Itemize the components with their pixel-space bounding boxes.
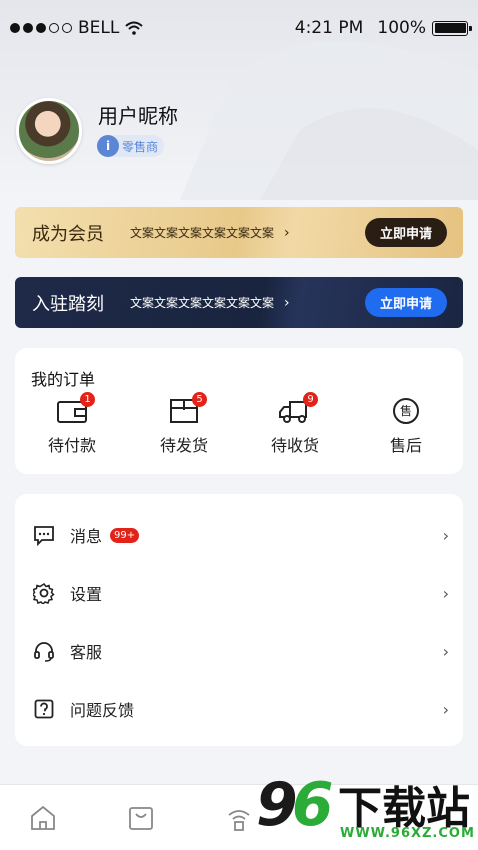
home-icon[interactable] (28, 803, 58, 833)
order-badge: 9 (303, 392, 318, 407)
order-label: 待收货 (270, 436, 319, 455)
watermark-logo: 96 下载站 WWW.96XZ.COM (250, 770, 478, 850)
order-label: 待发货 (159, 436, 208, 455)
menu-label: 消息 (70, 527, 103, 546)
role-icon: i (97, 135, 119, 157)
order-pending-ship[interactable]: 5 待发货 (144, 392, 224, 456)
truck-icon: 9 (278, 392, 318, 426)
chevron-right-icon: › (284, 224, 290, 241)
wallet-icon: 1 (55, 392, 95, 426)
order-after-sale[interactable]: 售 售后 (366, 396, 446, 456)
message-count-badge: 99+ (110, 527, 140, 543)
member-banner-title: 成为会员 (32, 223, 104, 245)
order-badge: 5 (192, 392, 207, 407)
battery-icon (432, 20, 472, 36)
watermark-number: 96 (256, 770, 334, 840)
bag-icon[interactable] (126, 803, 156, 833)
menu-item-messages[interactable]: 消息 99+ › (15, 506, 463, 564)
after-sale-icon-text: 售 (399, 404, 412, 418)
message-icon (34, 526, 54, 546)
gear-icon (33, 583, 55, 604)
orders-title: 我的订单 (31, 370, 96, 389)
order-badge: 1 (80, 392, 95, 407)
order-pending-receive[interactable]: 9 待收货 (255, 392, 335, 456)
battery-percent: 100% (377, 18, 426, 38)
menu-label: 问题反馈 (70, 701, 135, 720)
menu-item-feedback[interactable]: 问题反馈 › (15, 680, 463, 738)
order-pending-payment[interactable]: 1 待付款 (32, 392, 112, 456)
join-banner-title: 入驻踏刻 (32, 293, 104, 315)
join-banner-desc: 文案文案文案文案文案文案 (130, 296, 275, 310)
menu-item-settings[interactable]: 设置 › (15, 564, 463, 622)
member-apply-button[interactable]: 立即申请 (365, 218, 447, 247)
chevron-right-icon: › (442, 699, 449, 719)
watermark-digit-6: 6 (291, 770, 334, 840)
watermark-digit-9: 9 (256, 770, 298, 840)
member-banner-desc: 文案文案文案文案文案文案 (130, 226, 275, 240)
member-banner[interactable]: 成为会员 文案文案文案文案文案文案 › 立即申请 (15, 207, 463, 258)
menu-card: 消息 99+ › 设置 › 客服 › 问题反馈 › (15, 494, 463, 746)
status-bar: BELL 4:21 PM 100% (0, 0, 478, 56)
join-banner[interactable]: 入驻踏刻 文案文案文案文案文案文案 › 立即申请 (15, 277, 463, 328)
order-label: 待付款 (47, 436, 96, 455)
chevron-right-icon: › (442, 641, 449, 661)
user-nickname[interactable]: 用户昵称 (98, 100, 178, 129)
order-label: 售后 (389, 436, 422, 455)
watermark-url: WWW.96XZ.COM (340, 826, 475, 841)
status-right: 100% (377, 18, 472, 38)
role-label: 零售商 (122, 139, 159, 154)
chevron-right-icon: › (442, 583, 449, 603)
chevron-right-icon: › (284, 294, 290, 311)
package-icon: 5 (167, 392, 207, 426)
headset-icon (34, 642, 54, 662)
role-badge: i 零售商 (97, 135, 165, 157)
question-icon (34, 699, 54, 719)
menu-label: 设置 (70, 585, 103, 604)
menu-label: 客服 (70, 643, 103, 662)
chevron-right-icon: › (442, 525, 449, 545)
after-sale-icon: 售 (389, 396, 423, 426)
orders-card: 我的订单 1 待付款 5 待发货 9 待收货 售 售后 (15, 348, 463, 474)
join-apply-button[interactable]: 立即申请 (365, 288, 447, 317)
menu-item-customer-service[interactable]: 客服 › (15, 622, 463, 680)
avatar[interactable] (16, 98, 82, 164)
